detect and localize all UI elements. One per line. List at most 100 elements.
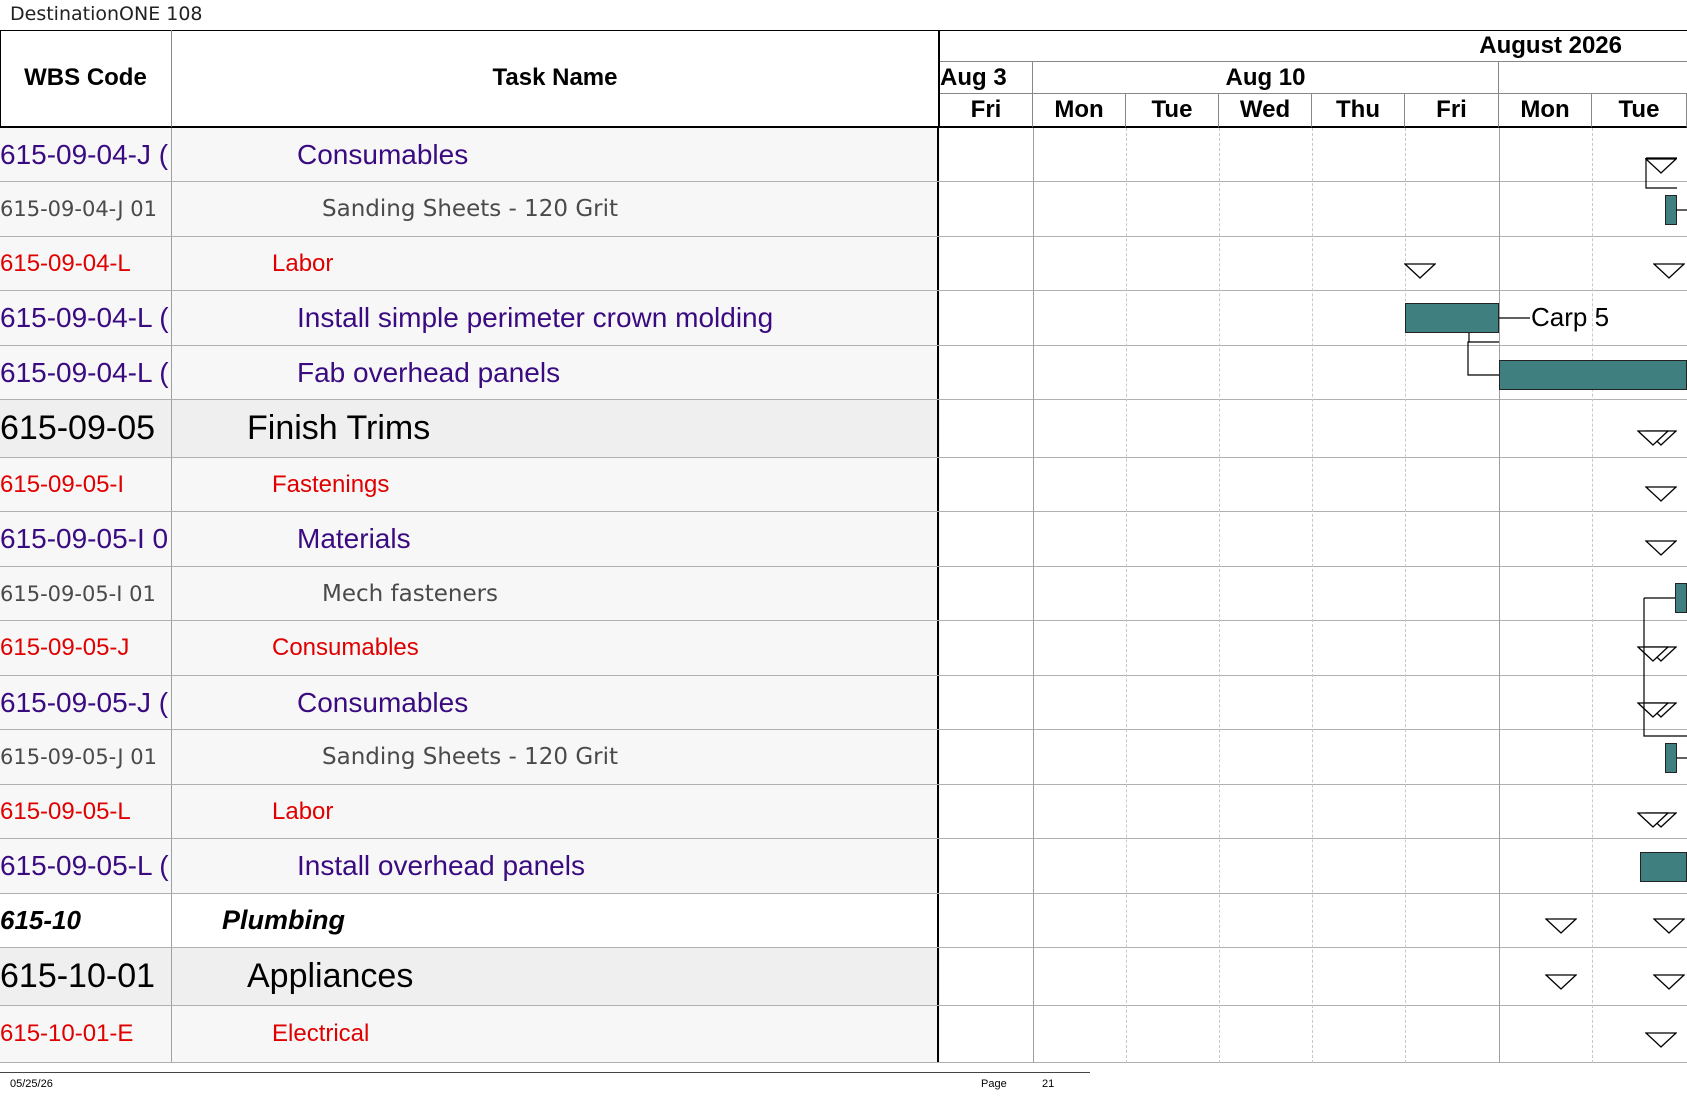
summary-marker-icon: [1637, 812, 1669, 828]
gantt-row: [940, 400, 1687, 458]
task-name-column-header[interactable]: Task Name: [172, 30, 940, 128]
table-row[interactable]: 615-09-04-J 01 Sanding Sheets - 120 Grit: [0, 182, 940, 237]
task-name-cell: Finish Trims: [172, 400, 939, 457]
footer-page-label: Page: [981, 1078, 1007, 1090]
task-name-cell: Fastenings: [172, 458, 939, 511]
gantt-row: [940, 182, 1687, 237]
timeline-day-2: Tue: [1126, 94, 1219, 128]
gantt-row: [940, 567, 1687, 621]
timeline-day-6: Mon: [1499, 94, 1592, 128]
wbs-code-cell: 615-09-05-J: [0, 621, 172, 675]
timeline-day-3: Wed: [1219, 94, 1312, 128]
gantt-row: [940, 1006, 1687, 1063]
timeline-day-4: Thu: [1312, 94, 1405, 128]
task-name-cell: Sanding Sheets - 120 Grit: [172, 730, 939, 784]
task-name-cell: Fab overhead panels: [172, 346, 939, 399]
table-row[interactable]: 615-10 Plumbing: [0, 894, 940, 948]
task-bar[interactable]: [1405, 303, 1499, 333]
timeline-month-header: August 2026: [940, 30, 1687, 62]
table-row[interactable]: 615-09-05-I 01 Mech fasteners: [0, 567, 940, 621]
task-bar[interactable]: [1640, 852, 1687, 882]
summary-marker-icon: [1404, 263, 1436, 279]
table-row[interactable]: 615-10-01 Appliances: [0, 948, 940, 1006]
gantt-row: [940, 730, 1687, 785]
gantt-row: [940, 676, 1687, 730]
gantt-row: [940, 128, 1687, 182]
task-name-cell: Labor: [172, 237, 939, 290]
wbs-code-cell: 615-09-05-J 01: [0, 730, 172, 784]
task-name-cell: Sanding Sheets - 120 Grit: [172, 182, 939, 236]
gantt-gridline: [1033, 128, 1034, 1063]
gantt-row: [940, 512, 1687, 567]
timeline-week-aug3: Aug 3: [940, 62, 1033, 94]
table-row[interactable]: 615-09-05-J (Consumables: [0, 676, 940, 730]
gantt-gridline: [1126, 128, 1127, 1063]
gantt-sheet: WBS Code Task Name August 2026 Aug 3 Aug…: [0, 30, 1687, 1063]
document-title: DestinationONE 108: [10, 3, 203, 25]
gantt-gridline: [1312, 128, 1313, 1063]
task-bar[interactable]: [1665, 195, 1677, 225]
gantt-gridline: [1592, 128, 1593, 1063]
wbs-code-cell: 615-09-05-L (: [0, 839, 172, 893]
summary-marker-icon: [1645, 540, 1677, 556]
wbs-code-cell: 615-09-05-I 01: [0, 567, 172, 620]
wbs-code-cell: 615-09-05-L: [0, 785, 172, 838]
wbs-code-cell: 615-09-04-J 01: [0, 182, 172, 236]
table-row[interactable]: 615-09-05-L (Install overhead panels: [0, 839, 940, 894]
task-name-cell: Electrical: [172, 1006, 939, 1062]
timeline-day-1: Mon: [1033, 94, 1126, 128]
wbs-code-cell: 615-09-05-I: [0, 458, 172, 511]
resource-label: Carp 5: [1531, 302, 1610, 332]
gantt-row: [940, 237, 1687, 291]
task-name-cell: Install overhead panels: [172, 839, 939, 893]
table-row[interactable]: 615-09-05-I Fastenings: [0, 458, 940, 512]
gantt-row: [940, 458, 1687, 512]
wbs-code-cell: 615-09-04-J (: [0, 128, 172, 181]
task-name-cell: Mech fasteners: [172, 567, 939, 620]
wbs-code-cell: 615-10-01: [0, 948, 172, 1005]
summary-marker-icon: [1653, 918, 1685, 934]
summary-marker-icon: [1653, 974, 1685, 990]
table-row[interactable]: 615-09-05-J Consumables: [0, 621, 940, 676]
gantt-row: [940, 839, 1687, 894]
table-row[interactable]: 615-09-05-L Labor: [0, 785, 940, 839]
task-name-cell: Consumables: [172, 676, 939, 729]
summary-marker-icon: [1645, 486, 1677, 502]
table-row[interactable]: 615-10-01-E Electrical: [0, 1006, 940, 1063]
gantt-gridline: [1219, 128, 1220, 1063]
summary-marker-icon: [1653, 263, 1685, 279]
table-row[interactable]: 615-09-04-L (Install simple perimeter cr…: [0, 291, 940, 346]
timeline-day-5: Fri: [1405, 94, 1499, 128]
wbs-column-header[interactable]: WBS Code: [0, 30, 172, 128]
table-row[interactable]: 615-09-05-I 0 Materials: [0, 512, 940, 567]
wbs-code-cell: 615-09-05-I 0: [0, 512, 172, 566]
task-name-cell: Plumbing: [172, 894, 939, 947]
task-name-cell: Consumables: [172, 621, 939, 675]
gantt-row: [940, 621, 1687, 676]
task-name-cell: Install simple perimeter crown molding: [172, 291, 939, 345]
wbs-code-cell: 615-09-04-L (: [0, 346, 172, 399]
table-row[interactable]: 615-09-04-L (Fab overhead panels: [0, 346, 940, 400]
wbs-code-cell: 615-09-04-L: [0, 237, 172, 290]
timeline-day-0: Fri: [940, 94, 1033, 128]
timeline-day-7: Tue: [1592, 94, 1687, 128]
task-bar[interactable]: [1665, 743, 1677, 773]
wbs-code-cell: 615-09-05-J (: [0, 676, 172, 729]
task-bar[interactable]: [1675, 583, 1687, 613]
footer-date: 05/25/26: [10, 1078, 53, 1090]
table-row[interactable]: 615-09-04-J (Consumables: [0, 128, 940, 182]
table-row[interactable]: 615-09-04-L Labor: [0, 237, 940, 291]
summary-marker-icon: [1645, 1032, 1677, 1048]
table-row[interactable]: 615-09-05-J 01 Sanding Sheets - 120 Grit: [0, 730, 940, 785]
footer-divider: [0, 1072, 1090, 1073]
gantt-gridline: [1499, 128, 1500, 1063]
task-bar[interactable]: [1499, 360, 1687, 390]
wbs-code-cell: 615-10: [0, 894, 172, 947]
table-row[interactable]: 615-09-05 Finish Trims: [0, 400, 940, 458]
task-name-cell: Labor: [172, 785, 939, 838]
footer-page-number: 21: [1042, 1078, 1055, 1090]
summary-marker-icon: [1545, 974, 1577, 990]
wbs-code-cell: 615-10-01-E: [0, 1006, 172, 1062]
summary-marker-icon: [1637, 702, 1669, 718]
task-name-cell: Appliances: [172, 948, 939, 1005]
